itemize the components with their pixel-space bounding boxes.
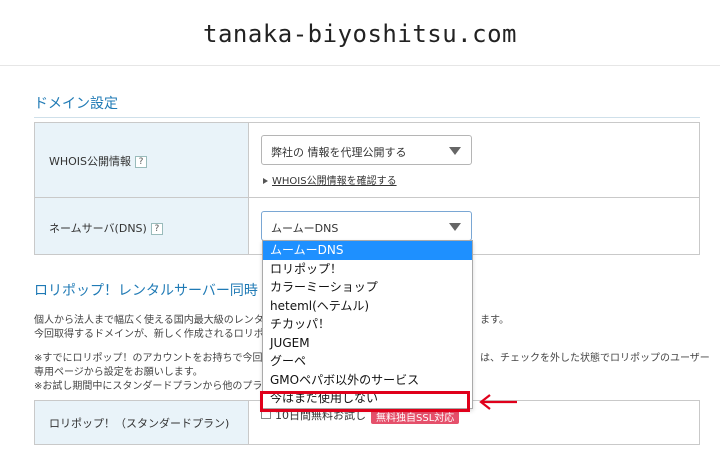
help-icon[interactable]: ? bbox=[150, 223, 163, 235]
dropdown-option[interactable]: GMOペパボ以外のサービス bbox=[263, 371, 472, 390]
dropdown-option[interactable]: JUGEM bbox=[263, 334, 472, 353]
site-header: tanaka-biyoshitsu.com bbox=[0, 0, 720, 66]
lolipop-note-tail: は、チェックを外した状態でロリポップのユーザー bbox=[480, 353, 710, 364]
nameserver-label: ネームサーバ(DNS) bbox=[49, 222, 147, 235]
dropdown-option[interactable]: ムームーDNS bbox=[263, 241, 472, 260]
whois-row: WHOIS公開情報? 弊社の 情報を代理公開する WHOIS公開情報を確認する bbox=[34, 122, 700, 198]
lolipop-description-line: 今回取得するドメインが、新しく作成されるロリポップ bbox=[34, 329, 284, 340]
whois-confirm-link[interactable]: WHOIS公開情報を確認する bbox=[263, 172, 397, 187]
nameserver-select-value: ムームーDNS bbox=[271, 222, 339, 235]
dropdown-option[interactable]: グーペ bbox=[263, 352, 472, 371]
whois-label: WHOIS公開情報 bbox=[49, 155, 132, 168]
nameserver-label-cell: ネームサーバ(DNS)? bbox=[35, 198, 249, 254]
lolipop-note-line: ※すでにロリポップ！のアカウントをお持ちで今回取 bbox=[34, 353, 273, 364]
dropdown-option[interactable]: チカッパ！ bbox=[263, 315, 472, 334]
whois-label-cell: WHOIS公開情報? bbox=[35, 123, 249, 197]
lolipop-description-tail: ます。 bbox=[480, 315, 509, 326]
help-icon[interactable]: ? bbox=[135, 156, 148, 168]
dropdown-option[interactable]: カラーミーショップ bbox=[263, 278, 472, 297]
lolipop-note-line: ※お試し期間中にスタンダードプランから他のプラン bbox=[34, 381, 273, 392]
annotation-highlight-box bbox=[260, 391, 470, 412]
triangle-right-icon bbox=[263, 178, 268, 184]
lolipop-section-title: ロリポップ！レンタルサーバー同時 bbox=[34, 283, 258, 299]
whois-select[interactable]: 弊社の 情報を代理公開する bbox=[261, 135, 472, 165]
whois-confirm-link-text: WHOIS公開情報を確認する bbox=[272, 176, 397, 187]
domain-title: tanaka-biyoshitsu.com bbox=[203, 20, 517, 48]
whois-select-value: 弊社の 情報を代理公開する bbox=[271, 146, 407, 159]
section-title-domain-settings: ドメイン設定 bbox=[34, 96, 118, 112]
lolipop-note-line: 専用ページから設定をお願いします。 bbox=[34, 367, 203, 378]
dropdown-option[interactable]: heteml(ヘテムル) bbox=[263, 297, 472, 316]
nameserver-dropdown-list: ムームーDNS ロリポップ！ カラーミーショップ heteml(ヘテムル) チカ… bbox=[262, 240, 473, 409]
chevron-down-icon bbox=[449, 223, 461, 231]
dropdown-option[interactable]: ロリポップ！ bbox=[263, 260, 472, 279]
plan-label-cell: ロリポップ！（スタンダードプラン) bbox=[35, 401, 249, 444]
chevron-down-icon bbox=[449, 147, 461, 155]
section-divider bbox=[34, 117, 700, 118]
annotation-arrow-icon bbox=[479, 394, 517, 410]
nameserver-select[interactable]: ムームーDNS bbox=[261, 211, 472, 241]
plan-label: ロリポップ！（スタンダードプラン) bbox=[49, 417, 230, 430]
lolipop-description-line: 個人から法人まで幅広く使える国内最大級のレンタル bbox=[34, 315, 274, 326]
